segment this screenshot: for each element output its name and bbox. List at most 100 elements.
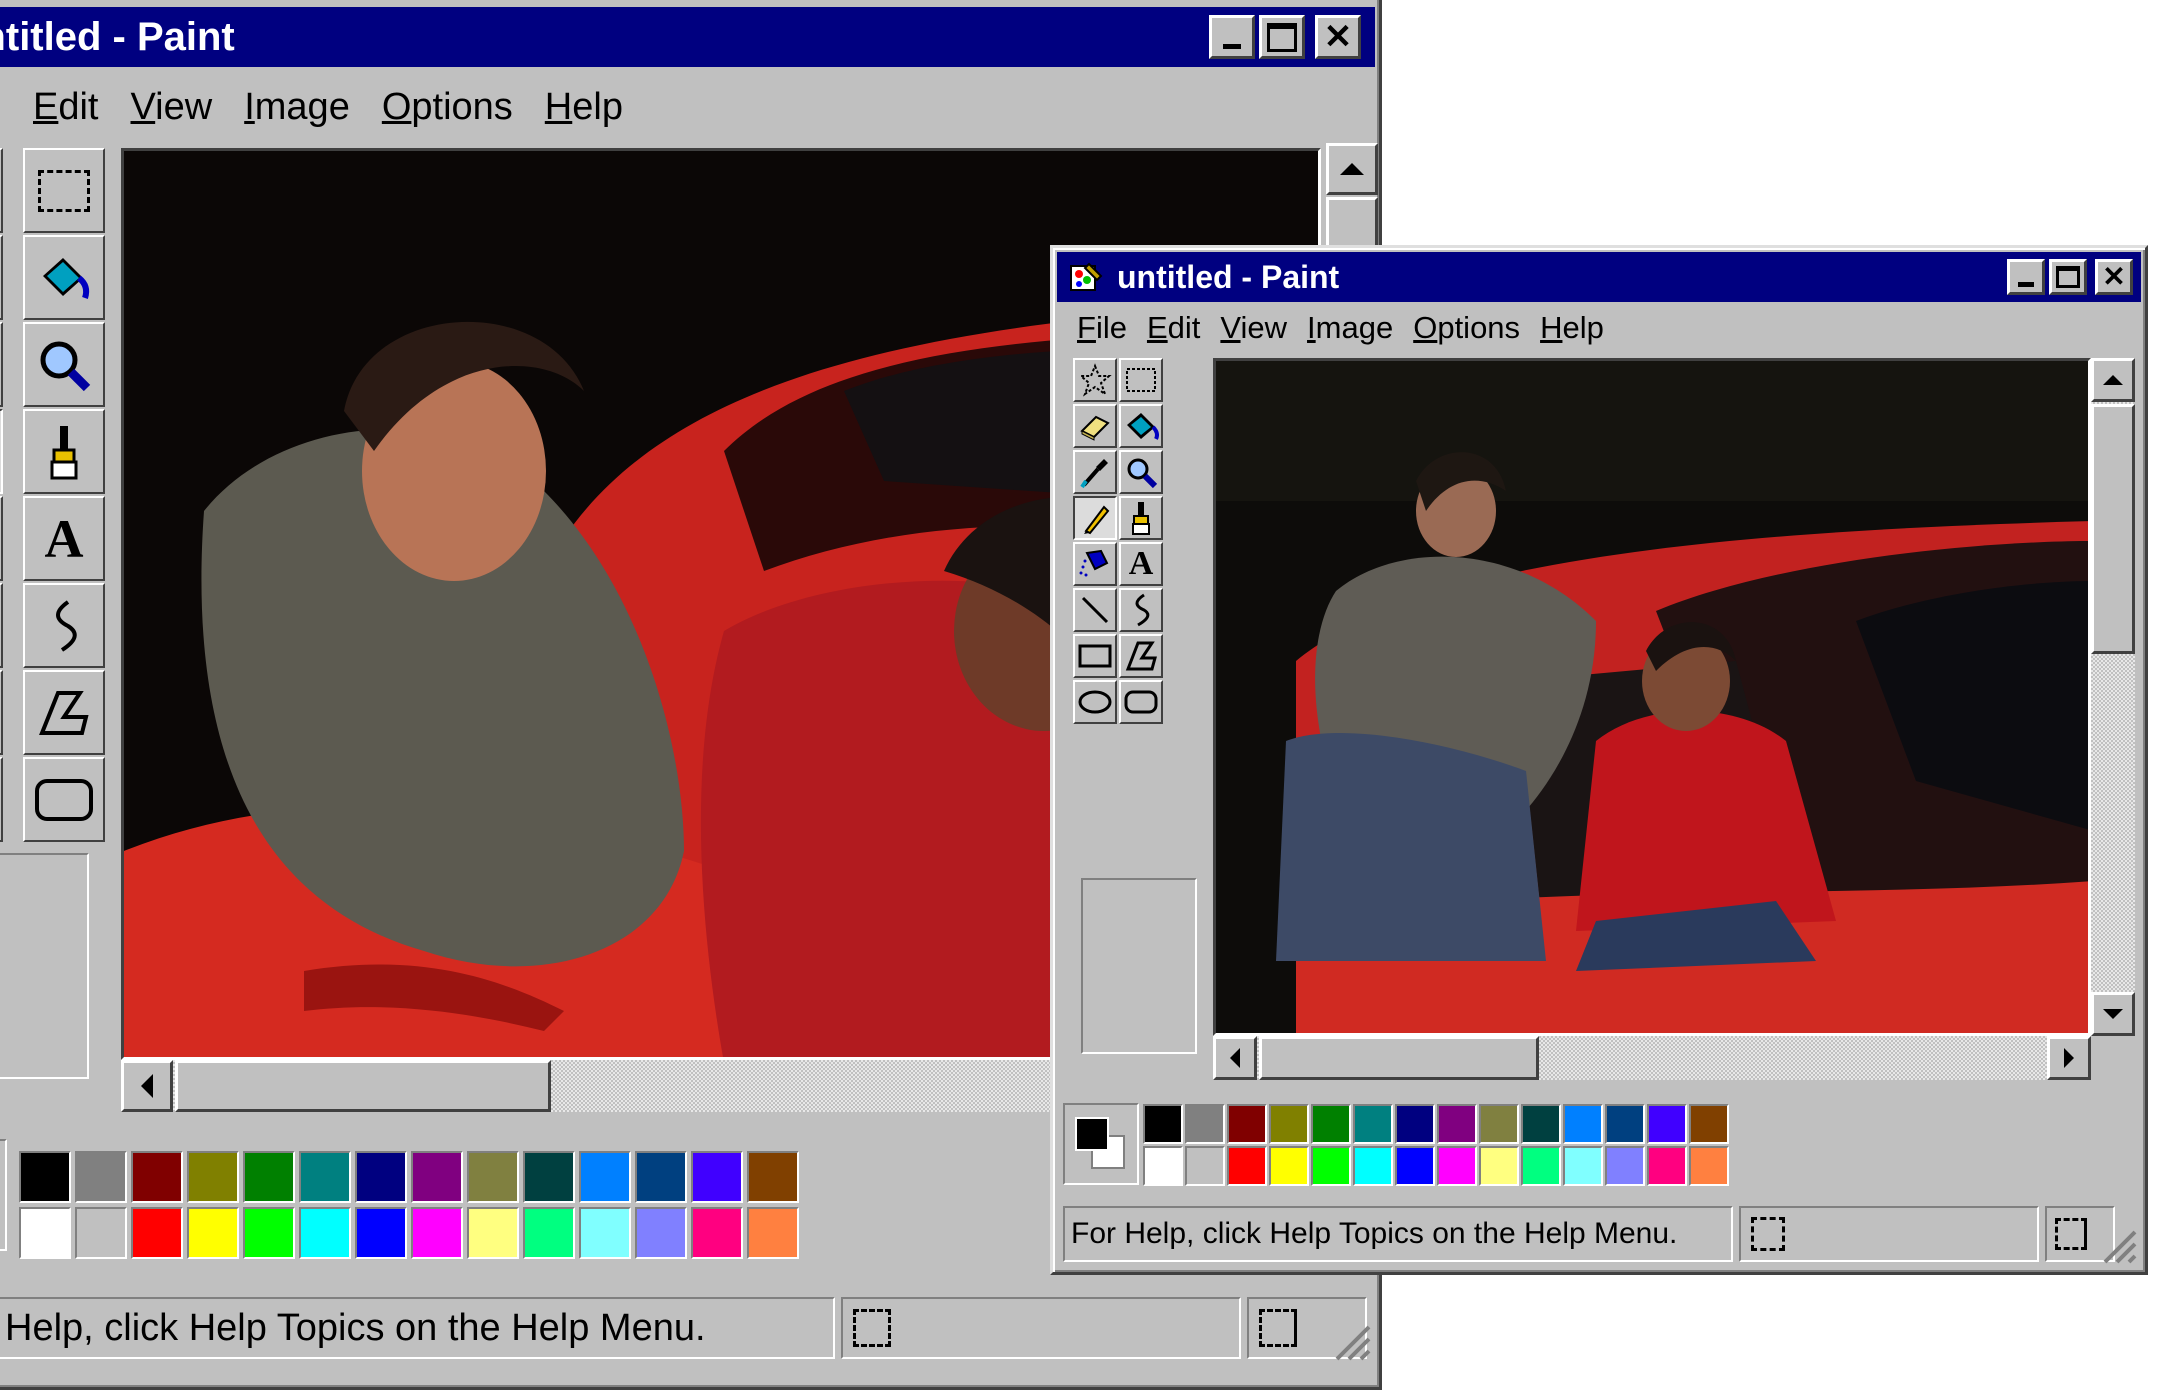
menu-view[interactable]: View — [125, 86, 219, 129]
tool-left-column[interactable] — [0, 322, 3, 407]
tool-text-button[interactable]: A — [1119, 542, 1163, 586]
tool-left-column[interactable] — [0, 670, 3, 755]
resize-grip-icon[interactable] — [1329, 1319, 1373, 1363]
tool-magnifier-button[interactable] — [23, 322, 105, 407]
color-swatch[interactable] — [75, 1207, 127, 1259]
menu-image[interactable]: Image — [238, 86, 356, 129]
color-swatch[interactable] — [1647, 1104, 1687, 1144]
color-swatch[interactable] — [19, 1207, 71, 1259]
color-swatch[interactable] — [1269, 1104, 1309, 1144]
color-swatch[interactable] — [467, 1207, 519, 1259]
tool-fill-button[interactable] — [23, 235, 105, 320]
color-swatch[interactable] — [1605, 1146, 1645, 1186]
tool-free-form-select-button[interactable] — [1073, 358, 1117, 402]
color-swatch[interactable] — [1395, 1146, 1435, 1186]
color-swatch[interactable] — [1563, 1104, 1603, 1144]
color-swatch[interactable] — [243, 1151, 295, 1203]
tool-left-column[interactable] — [0, 757, 3, 842]
resize-grip-icon[interactable] — [2099, 1226, 2139, 1266]
color-swatch[interactable] — [691, 1207, 743, 1259]
tool-left-column[interactable] — [0, 148, 3, 233]
tool-options-box[interactable] — [1081, 878, 1197, 1054]
color-swatch[interactable] — [1437, 1104, 1477, 1144]
close-button[interactable]: ✕ — [1315, 15, 1361, 59]
color-swatch[interactable] — [1647, 1146, 1687, 1186]
color-swatch[interactable] — [355, 1207, 407, 1259]
color-swatch[interactable] — [747, 1151, 799, 1203]
scroll-left-button[interactable] — [1213, 1036, 1257, 1080]
tool-left-column[interactable] — [0, 583, 3, 668]
tool-pencil-button[interactable] — [1073, 496, 1117, 540]
tool-brush-button[interactable] — [1119, 496, 1163, 540]
color-swatch[interactable] — [1227, 1104, 1267, 1144]
color-swatch[interactable] — [1521, 1104, 1561, 1144]
tool-fill-bucket-button[interactable] — [1119, 404, 1163, 448]
tool-options-box[interactable] — [0, 853, 89, 1079]
color-swatch[interactable] — [1563, 1146, 1603, 1186]
color-swatch[interactable] — [1605, 1104, 1645, 1144]
tool-brush-button[interactable] — [23, 409, 105, 494]
menu-help[interactable]: Help — [1534, 310, 1610, 346]
menu-image[interactable]: Image — [1301, 310, 1399, 346]
tool-left-column[interactable] — [0, 409, 3, 494]
color-swatch[interactable] — [187, 1207, 239, 1259]
tool-eraser-button[interactable] — [1073, 404, 1117, 448]
drawing-canvas[interactable] — [1213, 358, 2091, 1036]
color-swatch[interactable] — [1143, 1104, 1183, 1144]
color-indicator[interactable] — [0, 1139, 7, 1251]
color-swatch[interactable] — [355, 1151, 407, 1203]
menu-view[interactable]: View — [1214, 310, 1293, 346]
color-swatch[interactable] — [1185, 1146, 1225, 1186]
color-swatch[interactable] — [523, 1207, 575, 1259]
color-swatch[interactable] — [1689, 1104, 1729, 1144]
color-swatch[interactable] — [1311, 1104, 1351, 1144]
color-swatch[interactable] — [1353, 1146, 1393, 1186]
color-swatch[interactable] — [523, 1151, 575, 1203]
color-swatch[interactable] — [411, 1151, 463, 1203]
title-bar[interactable]: untitled - Paint ✕ — [1057, 252, 2141, 302]
scroll-left-button[interactable] — [121, 1060, 173, 1112]
tool-polygon-button[interactable] — [1119, 634, 1163, 678]
color-swatch[interactable] — [1269, 1146, 1309, 1186]
color-swatch[interactable] — [1227, 1146, 1267, 1186]
color-swatch[interactable] — [75, 1151, 127, 1203]
minimize-button[interactable] — [2007, 259, 2045, 295]
color-swatch[interactable] — [1143, 1146, 1183, 1186]
color-swatch[interactable] — [1185, 1104, 1225, 1144]
tool-text-button[interactable]: A — [23, 496, 105, 581]
title-bar[interactable]: untitled - Paint ✕ — [0, 7, 1375, 67]
menu-options[interactable]: Options — [376, 86, 519, 129]
tool-select-button[interactable] — [23, 148, 105, 233]
color-indicator[interactable] — [1063, 1103, 1139, 1185]
color-swatch[interactable] — [243, 1207, 295, 1259]
scroll-up-button[interactable] — [2091, 358, 2135, 402]
tool-select-button[interactable] — [1119, 358, 1163, 402]
color-swatch[interactable] — [187, 1151, 239, 1203]
color-swatch[interactable] — [747, 1207, 799, 1259]
menu-edit[interactable]: Edit — [27, 86, 105, 129]
tool-rectangle-button[interactable] — [1073, 634, 1117, 678]
color-swatch[interactable] — [131, 1207, 183, 1259]
tool-polygon-button[interactable] — [23, 670, 105, 755]
color-swatch[interactable] — [1521, 1146, 1561, 1186]
tool-airbrush-button[interactable] — [1073, 542, 1117, 586]
tool-pick-color-button[interactable] — [1073, 450, 1117, 494]
color-swatch[interactable] — [1479, 1146, 1519, 1186]
color-swatch[interactable] — [579, 1151, 631, 1203]
tool-curve-button[interactable] — [23, 583, 105, 668]
color-swatch[interactable] — [579, 1207, 631, 1259]
color-swatch[interactable] — [299, 1151, 351, 1203]
minimize-button[interactable] — [1209, 15, 1255, 59]
tool-magnifier-button[interactable] — [1119, 450, 1163, 494]
color-swatch[interactable] — [1353, 1104, 1393, 1144]
scroll-up-button[interactable] — [1326, 143, 1378, 195]
scroll-down-button[interactable] — [2091, 992, 2135, 1036]
color-swatch[interactable] — [635, 1151, 687, 1203]
color-swatch[interactable] — [1479, 1104, 1519, 1144]
maximize-button[interactable] — [2049, 259, 2087, 295]
color-swatch[interactable] — [131, 1151, 183, 1203]
tool-curve-button[interactable] — [1119, 588, 1163, 632]
scroll-thumb-horizontal[interactable] — [1259, 1036, 1539, 1080]
color-swatch[interactable] — [635, 1207, 687, 1259]
color-swatch[interactable] — [19, 1151, 71, 1203]
